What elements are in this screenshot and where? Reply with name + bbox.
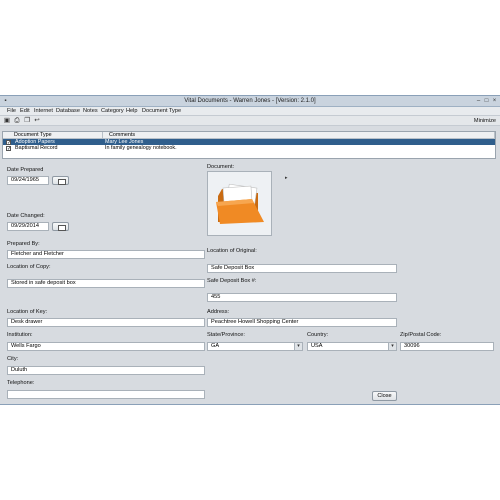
- window-title: Vital Documents - Warren Jones - [Versio…: [184, 98, 316, 104]
- column-header-comments[interactable]: Comments: [103, 132, 495, 139]
- close-button[interactable]: Close: [372, 391, 397, 401]
- location-original-label: Location of Original:: [207, 248, 257, 254]
- row-checkbox[interactable]: ✓: [6, 145, 11, 151]
- row-checkbox[interactable]: ✓: [6, 139, 11, 145]
- zip-field[interactable]: 30096: [400, 342, 494, 351]
- address-field[interactable]: Peachtree Howell Shopping Center: [207, 318, 397, 327]
- location-copy-field[interactable]: Stored in safe deposit box: [7, 279, 205, 288]
- prepared-by-field[interactable]: Fletcher and Fletcher: [7, 250, 205, 259]
- safe-deposit-box-field[interactable]: 455: [207, 293, 397, 302]
- document-preview[interactable]: [207, 171, 272, 236]
- date-changed-field[interactable]: 09/29/2014: [7, 222, 49, 231]
- location-copy-label: Location of Copy:: [7, 264, 51, 270]
- minimize-window-icon[interactable]: –: [475, 98, 482, 104]
- city-field[interactable]: Duluth: [7, 366, 205, 375]
- date-prepared-field[interactable]: 09/24/1965: [7, 176, 49, 185]
- location-original-field[interactable]: Safe Deposit Box: [207, 264, 397, 273]
- menu-category[interactable]: Category: [101, 108, 124, 114]
- country-select[interactable]: USA ▾: [307, 342, 397, 351]
- column-header-document-type[interactable]: Document Type: [3, 132, 103, 139]
- institution-field[interactable]: Wells Fargo: [7, 342, 205, 351]
- city-label: City:: [7, 356, 19, 362]
- document-label: Document:: [207, 164, 235, 170]
- country-label: Country:: [307, 332, 329, 338]
- folder-icon: [216, 183, 264, 224]
- document-table: Document Type Comments ✓ Adoption Papers…: [2, 131, 496, 159]
- zip-label: Zip/Postal Code:: [400, 332, 442, 338]
- institution-label: Institution:: [7, 332, 33, 338]
- title-bar: Vital Documents - Warren Jones - [Versio…: [0, 96, 500, 107]
- prepared-by-label: Prepared By:: [7, 241, 40, 247]
- row-comment: In family genealogy notebook.: [105, 145, 177, 151]
- copy-icon[interactable]: ❐: [23, 117, 31, 125]
- menu-edit[interactable]: Edit: [20, 108, 30, 114]
- date-prepared-calendar-button[interactable]: [52, 176, 69, 185]
- table-row[interactable]: ✓ Baptismal Record In family genealogy n…: [3, 145, 495, 151]
- menu-internet[interactable]: Internet: [34, 108, 53, 114]
- menu-notes[interactable]: Notes: [83, 108, 98, 114]
- chevron-down-icon[interactable]: ▾: [388, 343, 396, 350]
- menu-bar: File Edit Internet Database Notes Catego…: [0, 107, 500, 116]
- state-value: GA: [211, 343, 220, 349]
- menu-document-type[interactable]: Document Type: [142, 108, 181, 114]
- document-menu-arrow-icon[interactable]: ▸: [285, 175, 288, 181]
- row-document-type: Baptismal Record: [15, 145, 58, 151]
- undo-icon[interactable]: ↩: [33, 117, 41, 125]
- maximize-window-icon[interactable]: □: [483, 98, 490, 104]
- location-key-field[interactable]: Desk drawer: [7, 318, 205, 327]
- menu-database[interactable]: Database: [56, 108, 80, 114]
- print-icon[interactable]: ⎙: [13, 117, 21, 125]
- telephone-field[interactable]: [7, 390, 205, 399]
- date-prepared-label: Date Prepared: [7, 167, 44, 173]
- safe-deposit-box-label: Safe Deposit Box #:: [207, 278, 257, 284]
- app-menu-icon[interactable]: ▪: [2, 98, 9, 104]
- app-window: Vital Documents - Warren Jones - [Versio…: [0, 95, 500, 405]
- menu-help[interactable]: Help: [126, 108, 138, 114]
- minimize-link[interactable]: Minimize: [474, 118, 496, 124]
- address-label: Address:: [207, 309, 230, 315]
- close-window-icon[interactable]: ×: [491, 98, 498, 104]
- telephone-label: Telephone:: [7, 380, 35, 386]
- state-select[interactable]: GA ▾: [207, 342, 303, 351]
- date-changed-calendar-button[interactable]: [52, 222, 69, 231]
- menu-file[interactable]: File: [7, 108, 16, 114]
- location-key-label: Location of Key:: [7, 309, 48, 315]
- toolbar: ▣ ⎙ ❐ ↩ Minimize: [0, 116, 500, 126]
- state-label: State/Province:: [207, 332, 245, 338]
- save-icon[interactable]: ▣: [3, 117, 11, 125]
- chevron-down-icon[interactable]: ▾: [294, 343, 302, 350]
- date-changed-label: Date Changed:: [7, 213, 45, 219]
- country-value: USA: [311, 343, 323, 349]
